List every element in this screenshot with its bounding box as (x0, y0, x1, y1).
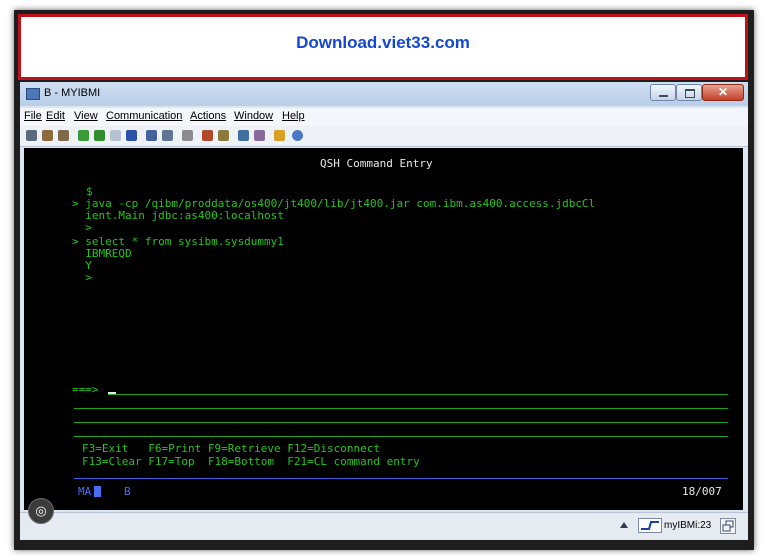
command-input-line-3[interactable] (74, 422, 728, 423)
print-icon[interactable] (26, 130, 37, 141)
command-input-line-2[interactable] (74, 408, 728, 409)
minimize-button[interactable] (650, 84, 676, 101)
download-banner: Download.viet33.com (18, 14, 748, 80)
menu-communication[interactable]: Communication (106, 110, 182, 122)
scroll-up-icon[interactable] (620, 521, 628, 529)
app-icon (26, 88, 40, 100)
lens-icon: ◎ (35, 503, 47, 518)
status-mode: MA (78, 485, 92, 498)
minimize-icon (659, 95, 668, 97)
output-line-4: > (72, 221, 92, 234)
status-block-cursor (94, 486, 101, 497)
menu-actions[interactable]: Actions (190, 110, 226, 122)
maximize-button[interactable] (676, 84, 702, 101)
transfer-icon[interactable] (202, 130, 213, 141)
menu-window[interactable]: Window (234, 110, 273, 122)
status-session-letter: B (124, 485, 131, 498)
help-icon[interactable] (292, 130, 303, 141)
toolbar (20, 126, 748, 147)
copy-icon[interactable] (42, 130, 53, 141)
window-title: B - MYIBMI (44, 87, 101, 99)
screen-title: QSH Command Entry (320, 157, 433, 170)
connection-indicator (638, 518, 662, 533)
resize-icon[interactable] (720, 518, 736, 534)
display-icon[interactable] (126, 130, 137, 141)
paste-icon[interactable] (58, 130, 69, 141)
menu-file[interactable]: File (24, 110, 42, 122)
restore-icon (722, 520, 734, 532)
menu-bar: File Edit View Communication Actions Win… (20, 108, 748, 126)
receive-icon[interactable] (94, 130, 105, 141)
clipboard-icon[interactable] (274, 130, 285, 141)
menu-edit[interactable]: Edit (46, 110, 65, 122)
status-separator (74, 478, 728, 479)
menu-view[interactable]: View (74, 110, 98, 122)
send-icon[interactable] (78, 130, 89, 141)
terminal-screen[interactable]: QSH Command Entry $ > java -cp /qibm/pro… (24, 148, 743, 510)
close-button[interactable]: ✕ (702, 84, 744, 101)
notes-icon[interactable] (254, 130, 265, 141)
maximize-icon (685, 89, 695, 98)
download-link[interactable]: Download.viet33.com (21, 33, 745, 53)
color-icon[interactable] (162, 130, 173, 141)
function-keys-row-2: F13=Clear F17=Top F18=Bottom F21=CL comm… (82, 455, 420, 468)
output-line-8: > (72, 271, 92, 284)
macro-icon[interactable] (110, 130, 121, 141)
title-bar[interactable]: B - MYIBMI ✕ (20, 82, 748, 106)
output-line-3: ient.Main jdbc:as400:localhost (72, 209, 284, 222)
command-input-line-4[interactable] (74, 436, 728, 437)
cursor-position: 18/007 (682, 485, 722, 498)
close-icon: ✕ (717, 85, 729, 99)
emulator-window: B - MYIBMI ✕ File Edit View Communicatio… (20, 82, 748, 540)
menu-help[interactable]: Help (282, 110, 305, 122)
function-keys-row-1: F3=Exit F6=Print F9=Retrieve F12=Disconn… (82, 442, 381, 455)
command-input[interactable] (108, 394, 728, 395)
connection-icon (641, 521, 659, 530)
tools-icon[interactable] (182, 130, 193, 141)
session-name: myIBMi:23 (664, 520, 712, 531)
command-prompt: ===> (72, 383, 99, 396)
upload-icon[interactable] (218, 130, 229, 141)
google-lens-button[interactable]: ◎ (28, 498, 54, 524)
status-bar: myIBMi:23 (20, 512, 748, 539)
download-icon[interactable] (238, 130, 249, 141)
keyboard-icon[interactable] (146, 130, 157, 141)
text-cursor (108, 392, 116, 394)
